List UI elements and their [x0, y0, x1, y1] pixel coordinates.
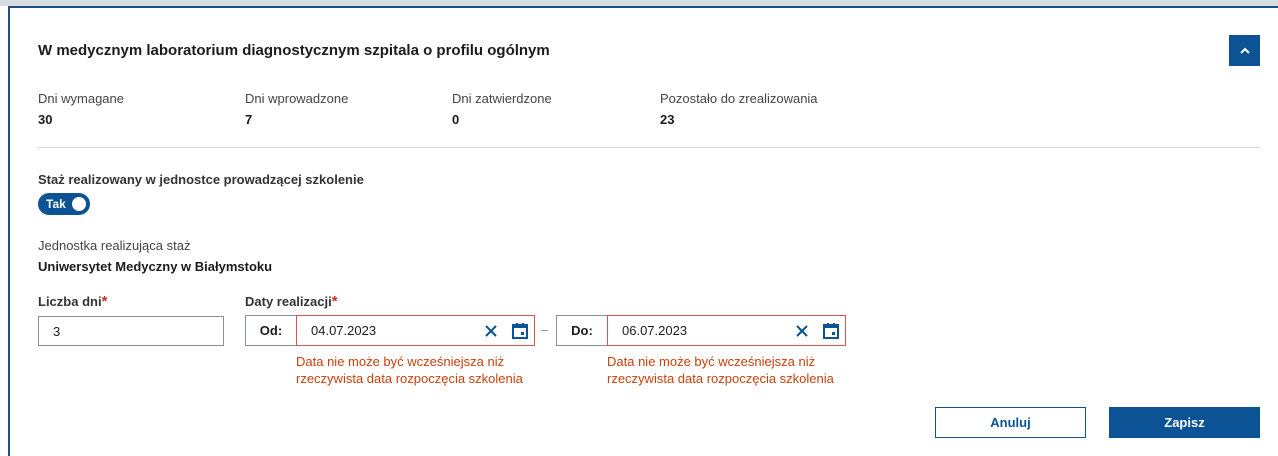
unit-label: Jednostka realizująca staż	[38, 238, 191, 253]
clear-icon[interactable]	[483, 323, 499, 339]
clear-icon[interactable]	[794, 323, 810, 339]
toggle-label: Staż realizowany w jednostce prowadzącej…	[38, 172, 364, 187]
panel-top-border	[8, 6, 1278, 8]
stat-remaining-value: 23	[660, 112, 675, 127]
days-input[interactable]: 3	[38, 316, 224, 346]
required-mark: *	[331, 293, 338, 310]
stat-approved-value: 0	[452, 112, 460, 127]
stat-entered-label: Dni wprowadzone	[245, 91, 349, 106]
unit-toggle[interactable]: Tak	[38, 193, 90, 215]
stat-required-value: 30	[38, 112, 53, 127]
unit-value: Uniwersytet Medyczny w Białymstoku	[38, 259, 273, 274]
date-to-prefix: Do:	[556, 315, 607, 346]
days-label: Liczba dni*	[38, 293, 108, 310]
chevron-up-icon	[1239, 47, 1250, 54]
dates-label: Daty realizacji*	[245, 293, 338, 310]
date-from-value: 04.07.2023	[311, 323, 377, 338]
collapse-button[interactable]	[1229, 35, 1260, 66]
date-from-group: Od: 04.07.2023	[245, 315, 535, 346]
toggle-value-label: Tak	[46, 197, 66, 211]
date-to-error: Data nie może być wcześniejsza niż rzecz…	[607, 354, 834, 386]
panel-title: W medycznym laboratorium diagnostycznym …	[38, 42, 550, 59]
stat-entered-value: 7	[245, 112, 253, 127]
calendar-icon[interactable]	[822, 322, 840, 340]
stat-required-label: Dni wymagane	[38, 91, 124, 106]
stat-remaining-label: Pozostało do zrealizowania	[660, 91, 818, 106]
required-mark: *	[101, 293, 108, 310]
stat-approved-label: Dni zatwierdzone	[452, 91, 552, 106]
toggle-knob	[72, 197, 86, 211]
date-range-separator: –	[541, 322, 549, 337]
date-from-prefix: Od:	[245, 315, 296, 346]
calendar-icon[interactable]	[511, 322, 529, 340]
date-from-error: Data nie może być wcześniejsza niż rzecz…	[296, 354, 523, 386]
panel-left-border	[8, 6, 10, 456]
cancel-button[interactable]: Anuluj	[935, 407, 1086, 438]
date-to-group: Do: 06.07.2023	[556, 315, 846, 346]
date-to-input[interactable]: 06.07.2023	[607, 315, 846, 346]
divider	[38, 147, 1260, 148]
date-from-input[interactable]: 04.07.2023	[296, 315, 535, 346]
save-button[interactable]: Zapisz	[1109, 407, 1260, 438]
date-to-value: 06.07.2023	[622, 323, 688, 338]
